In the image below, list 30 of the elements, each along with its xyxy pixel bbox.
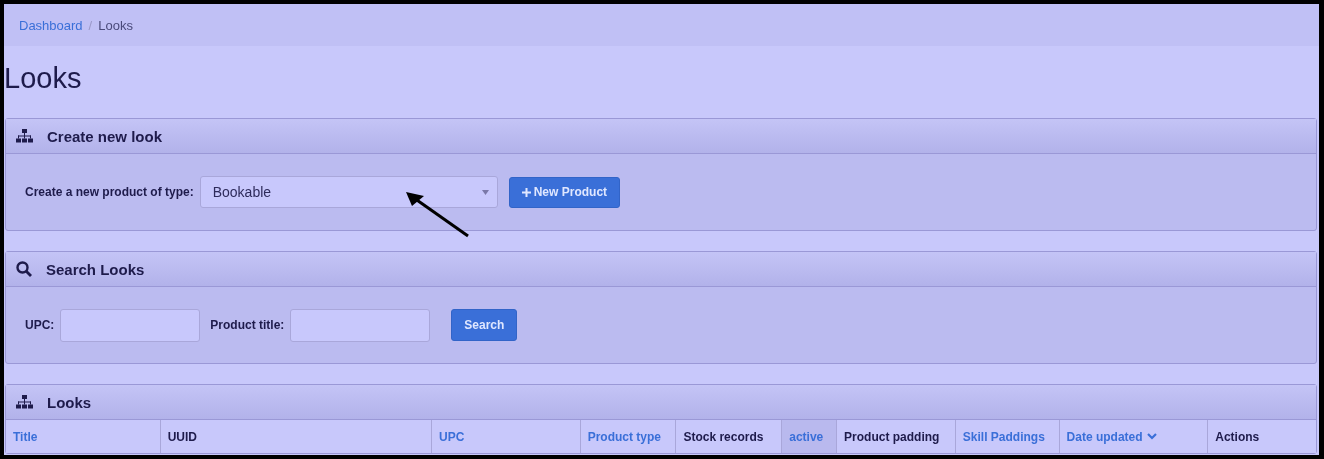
column-header[interactable]: Title <box>6 420 161 453</box>
breadcrumb-link[interactable]: Dashboard <box>19 17 83 33</box>
panel-title: Create new look <box>47 127 163 145</box>
sitemap-icon <box>16 129 33 143</box>
column-header: Product padding <box>837 420 956 453</box>
field-label: UPC: <box>25 318 55 332</box>
product-type-select[interactable]: Bookable <box>199 176 498 208</box>
arrow-drawing <box>406 192 470 238</box>
new-product-button[interactable]: New Product <box>508 176 621 208</box>
field-label: Product title: <box>210 318 285 332</box>
search-button[interactable]: Search <box>451 309 518 341</box>
column-header[interactable]: Date updated <box>1059 420 1209 453</box>
caret-icon <box>481 189 489 195</box>
input-field[interactable] <box>290 308 431 342</box>
panel-title: Looks <box>47 393 92 411</box>
column-header[interactable]: Skill Paddings <box>955 420 1060 453</box>
column-header[interactable]: active <box>782 420 838 453</box>
input-field[interactable] <box>60 308 201 342</box>
type-label: Create a new product of type: <box>25 185 194 199</box>
column-header[interactable]: UPC <box>432 420 581 453</box>
breadcrumb-current: Looks <box>98 17 133 33</box>
column-header[interactable]: Product type <box>580 420 677 453</box>
search-icon <box>16 261 32 277</box>
page-title: Looks <box>4 62 83 96</box>
sitemap-icon <box>16 395 33 409</box>
panel-title: Search Looks <box>46 260 145 278</box>
plus-icon <box>521 187 531 197</box>
column-header: UUID <box>160 420 432 453</box>
breadcrumb-separator: / <box>88 17 93 33</box>
column-header: Actions <box>1214 428 1261 446</box>
